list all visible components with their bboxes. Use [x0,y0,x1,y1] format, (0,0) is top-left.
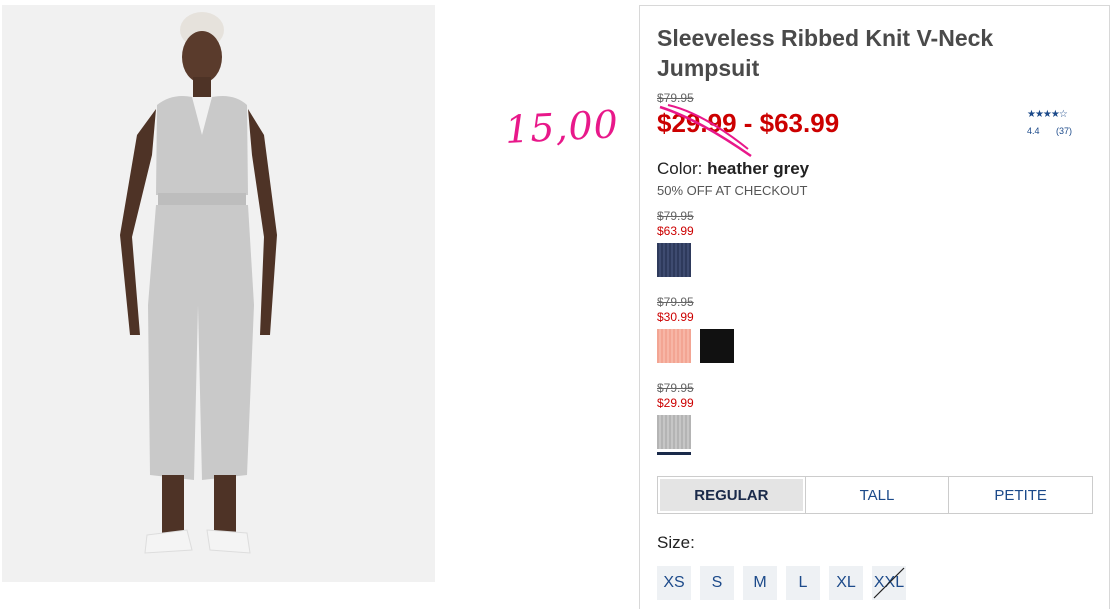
size-button-l[interactable]: L [786,566,820,600]
product-image [2,5,435,582]
size-button-xs[interactable]: XS [657,566,691,600]
size-button-s[interactable]: S [700,566,734,600]
review-count-link[interactable]: (37) [1056,126,1072,136]
tab-tall[interactable]: TALL [804,477,949,513]
size-button-m[interactable]: M [743,566,777,600]
rating-score: 4.4 [1027,126,1040,136]
handwritten-price-note: 15,00 [503,102,620,152]
size-button-xl[interactable]: XL [829,566,863,600]
selected-color-name: heather grey [707,159,810,178]
product-title: Sleeveless Ribbed Knit V-Neck Jumpsuit [657,25,994,81]
color-swatch-navy-heather[interactable] [657,243,691,277]
price-group: $79.95 $30.99 [657,295,734,363]
price-group-new: $63.99 [657,224,694,238]
price-group-new: $29.99 [657,396,694,410]
fit-tabs: REGULAR TALL PETITE [657,476,1093,514]
price-group: $79.95 $63.99 [657,209,694,277]
original-price: $79.95 [657,91,694,105]
price-group-old: $79.95 [657,295,694,309]
color-label-text: Color: [657,159,703,178]
color-swatch-black[interactable] [700,329,734,363]
color-swatch-heather-grey[interactable] [657,415,691,455]
size-options: XS S M L XL XXL [657,566,906,600]
size-button-xxl[interactable]: XXL [872,566,906,600]
color-label: Color: heather grey [657,159,809,179]
checkout-promo: 50% OFF AT CHECKOUT [657,183,808,198]
rating-stars-icon: ★★★★☆ [1027,109,1068,120]
tab-petite[interactable]: PETITE [948,477,1092,513]
price-group: $79.95 $29.99 [657,381,694,455]
tab-regular[interactable]: REGULAR [660,479,803,511]
product-rating[interactable]: ★★★★☆ 4.4 (37) [1027,109,1087,136]
size-label: Size: [657,533,695,552]
price-group-old: $79.95 [657,381,694,395]
price-group-old: $79.95 [657,209,694,223]
product-details-panel: Sleeveless Ribbed Knit V-Neck Jumpsuit $… [639,5,1110,609]
price-group-new: $30.99 [657,310,694,324]
sale-price-range: $29.99 - $63.99 [657,108,840,138]
unavailable-strike-icon [873,567,905,599]
color-swatch-coral[interactable] [657,329,691,363]
